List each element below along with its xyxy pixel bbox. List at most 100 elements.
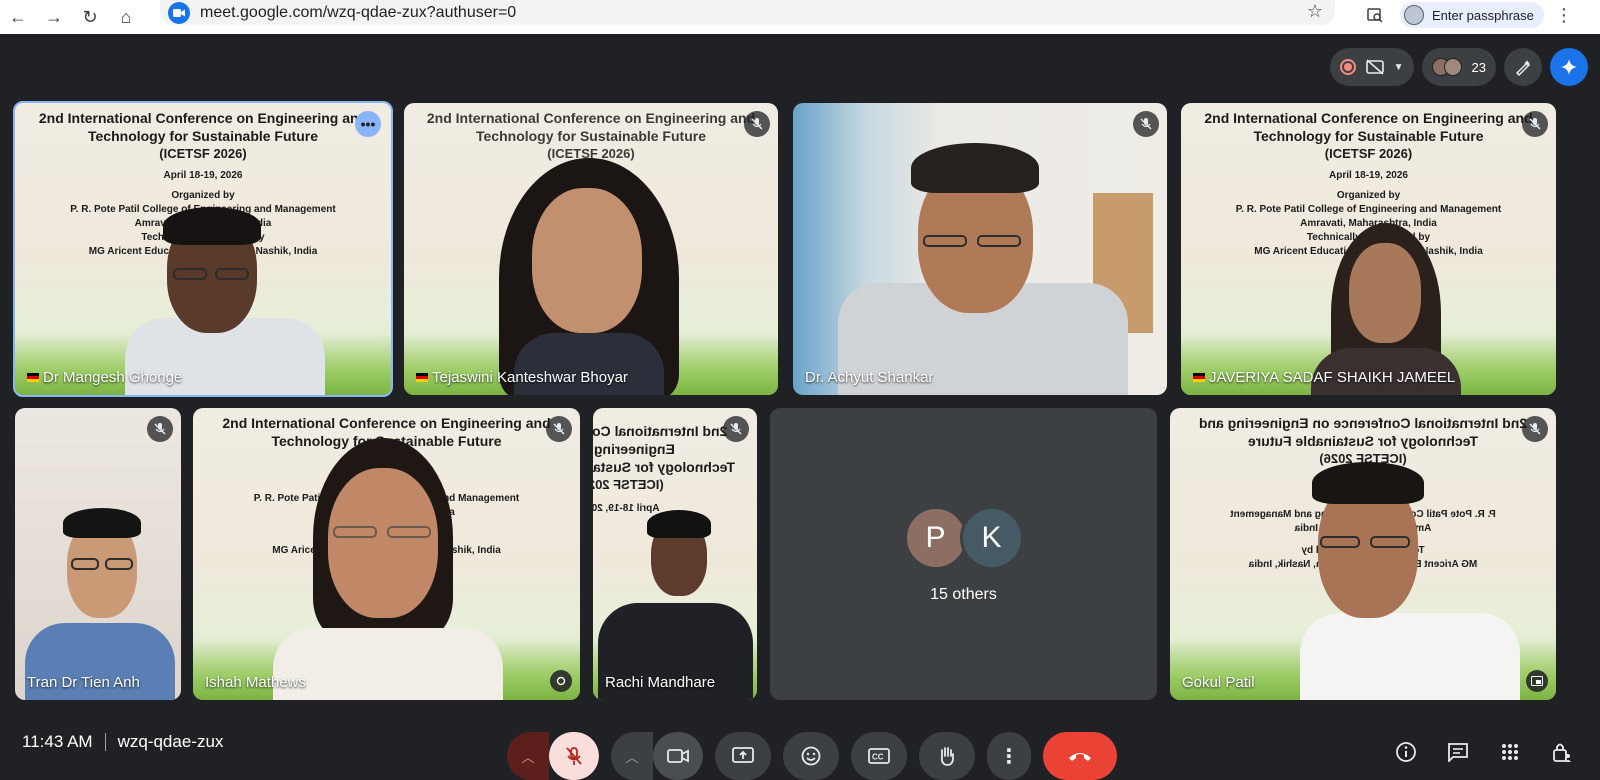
mic-off-icon (744, 111, 770, 137)
activities-button[interactable] (1486, 728, 1534, 776)
participant-tile[interactable]: Tran Dr Tien Anh (15, 408, 181, 700)
banner-line: Technology for Sustainable Future (476, 128, 706, 144)
present-screen-button[interactable] (715, 732, 771, 780)
hand-icon (940, 747, 954, 766)
browser-menu-icon[interactable]: ⋮ (1550, 0, 1578, 30)
leave-call-button[interactable] (1043, 732, 1117, 780)
participant-tile[interactable]: 2nd International Conference on Engineer… (13, 101, 393, 397)
recording-icon (1339, 59, 1356, 75)
participant-name: Gokul Patil (1182, 674, 1255, 691)
picture-in-picture-icon[interactable] (1526, 670, 1548, 692)
avatar: P (903, 506, 968, 570)
participant-name: Rachi Mandhare (605, 674, 715, 691)
participant-name-label: Tran Dr Tien Anh (27, 674, 140, 691)
meeting-details-button[interactable] (1382, 728, 1430, 776)
mic-toggle-button[interactable] (549, 732, 599, 780)
participant-name-label: JAVERIYA SADAF SHAIKH JAMEEL (1209, 369, 1456, 386)
participant-name: Dr Mangesh Ghonge (27, 369, 182, 386)
home-icon[interactable]: ⌂ (108, 0, 144, 34)
closed-captions-icon: CC (868, 748, 890, 764)
recording-controls[interactable]: ▼ (1329, 48, 1414, 86)
emoji-icon (801, 746, 821, 766)
address-bar[interactable]: meet.google.com/wzq-qdae-zux?authuser=0 … (160, 0, 1335, 25)
mic-off-icon (723, 416, 749, 442)
whiteboard-pen-icon[interactable] (1504, 48, 1542, 86)
captions-off-icon (1365, 59, 1384, 75)
camera-toggle-button[interactable] (653, 732, 703, 780)
banner-line: April 18-19, 2026 (163, 170, 243, 181)
participant-tile[interactable]: 2nd International Conference on Engineer… (1181, 103, 1556, 395)
banner-line: P. R. Pote Patil College of Engineering … (1235, 204, 1502, 215)
banner-line: (ICETSF 2026) (593, 477, 664, 492)
banner-line: 2nd International Conference on Engineer… (426, 110, 756, 126)
participant-tile[interactable]: Dr. Achyut Shankar (793, 103, 1167, 395)
participant-name: Ishah Mathews (205, 674, 306, 691)
profile-avatar (1404, 5, 1424, 25)
host-controls-button[interactable] (1538, 728, 1586, 776)
others-count-label: 15 others (930, 586, 997, 603)
others-tile[interactable]: P K 15 others (770, 408, 1157, 700)
info-icon (1396, 742, 1416, 762)
more-options-button[interactable]: ⋮ (987, 732, 1031, 780)
participant-tile[interactable]: 2nd International Conference on Engineer… (1170, 408, 1556, 700)
meeting-time: 11:43 AM (22, 732, 93, 751)
raise-hand-button[interactable] (919, 732, 975, 780)
banner-line: 2nd International Conference on Engineer… (222, 415, 551, 431)
participant-tile[interactable]: 2nd International Conference on Engineer… (593, 408, 757, 700)
captions-button[interactable]: CC (851, 732, 907, 780)
video-camera-icon (667, 749, 689, 763)
participant-name-label: Dr. Achyut Shankar (805, 369, 934, 386)
mic-off-icon (566, 747, 582, 765)
participant-name: Tejaswini Kanteshwar Bhoyar (416, 369, 628, 386)
flag-icon (1193, 373, 1205, 382)
banner-line: 2nd International Conference on Engineer… (38, 110, 368, 126)
banner-line: 2nd International Conference on Engineer… (1204, 110, 1533, 126)
participant-avatars (1431, 58, 1462, 76)
flag-icon (416, 373, 428, 382)
tab-search-icon[interactable] (1360, 0, 1390, 30)
more-options-icon[interactable]: ••• (355, 111, 381, 137)
gemini-icon[interactable] (1550, 48, 1588, 86)
participants-button[interactable]: 23 (1421, 48, 1496, 86)
banner-line: (ICETSF 2026) (1324, 146, 1413, 161)
meeting-code: wzq-qdae-zux (117, 732, 224, 751)
participant-name: JAVERIYA SADAF SHAIKH JAMEEL (1193, 369, 1455, 386)
bookmark-star-icon[interactable]: ☆ (1307, 1, 1323, 22)
hang-up-icon (1069, 753, 1091, 761)
banner-line: (ICETSF 2026) (159, 146, 247, 161)
meet-site-icon (168, 1, 190, 24)
banner-line: Technology for Sustainable Future (1248, 433, 1478, 449)
chevron-down-icon: ▼ (1393, 61, 1404, 73)
lock-person-icon (1553, 743, 1571, 762)
banner-line: April 18-19, 2026 (1329, 170, 1408, 181)
chat-button[interactable] (1434, 728, 1482, 776)
avatar: K (959, 506, 1024, 570)
banner-text: 2nd International Conference on Engineer… (404, 109, 778, 163)
meeting-info: 11:43 AM wzq-qdae-zux (22, 732, 223, 752)
audio-options-chevron-icon[interactable]: ︿ (507, 732, 549, 780)
mic-off-icon (1133, 111, 1159, 137)
others-avatars: P K (903, 506, 1024, 570)
camera-control: ︿ (611, 732, 703, 780)
svg-text:CC: CC (872, 753, 884, 762)
present-screen-icon (732, 747, 754, 763)
back-icon[interactable]: ← (0, 0, 36, 34)
forward-icon[interactable]: → (36, 0, 72, 34)
participant-name: Tran Dr Tien Anh (27, 674, 140, 691)
divider (104, 733, 106, 751)
url-text: meet.google.com/wzq-qdae-zux?authuser=0 (200, 3, 517, 21)
participant-tile[interactable]: 2nd International Conference on Engineer… (193, 408, 580, 700)
participant-name-label: Dr Mangesh Ghonge (43, 369, 183, 386)
participant-name-label: Gokul Patil (1182, 674, 1255, 691)
reactions-button[interactable] (783, 732, 839, 780)
flag-icon (27, 373, 39, 382)
profile-label: Enter passphrase (1432, 7, 1534, 23)
reload-icon[interactable]: ↻ (72, 0, 108, 34)
pin-icon[interactable] (550, 670, 572, 692)
profile-button[interactable]: Enter passphrase (1400, 2, 1544, 28)
banner-line: Organized by (171, 190, 235, 201)
mic-off-icon (1522, 111, 1548, 137)
more-vert-icon: ⋮ (999, 745, 1019, 768)
participant-tile[interactable]: 2nd International Conference on Engineer… (404, 103, 778, 395)
video-options-chevron-icon[interactable]: ︿ (611, 732, 653, 780)
